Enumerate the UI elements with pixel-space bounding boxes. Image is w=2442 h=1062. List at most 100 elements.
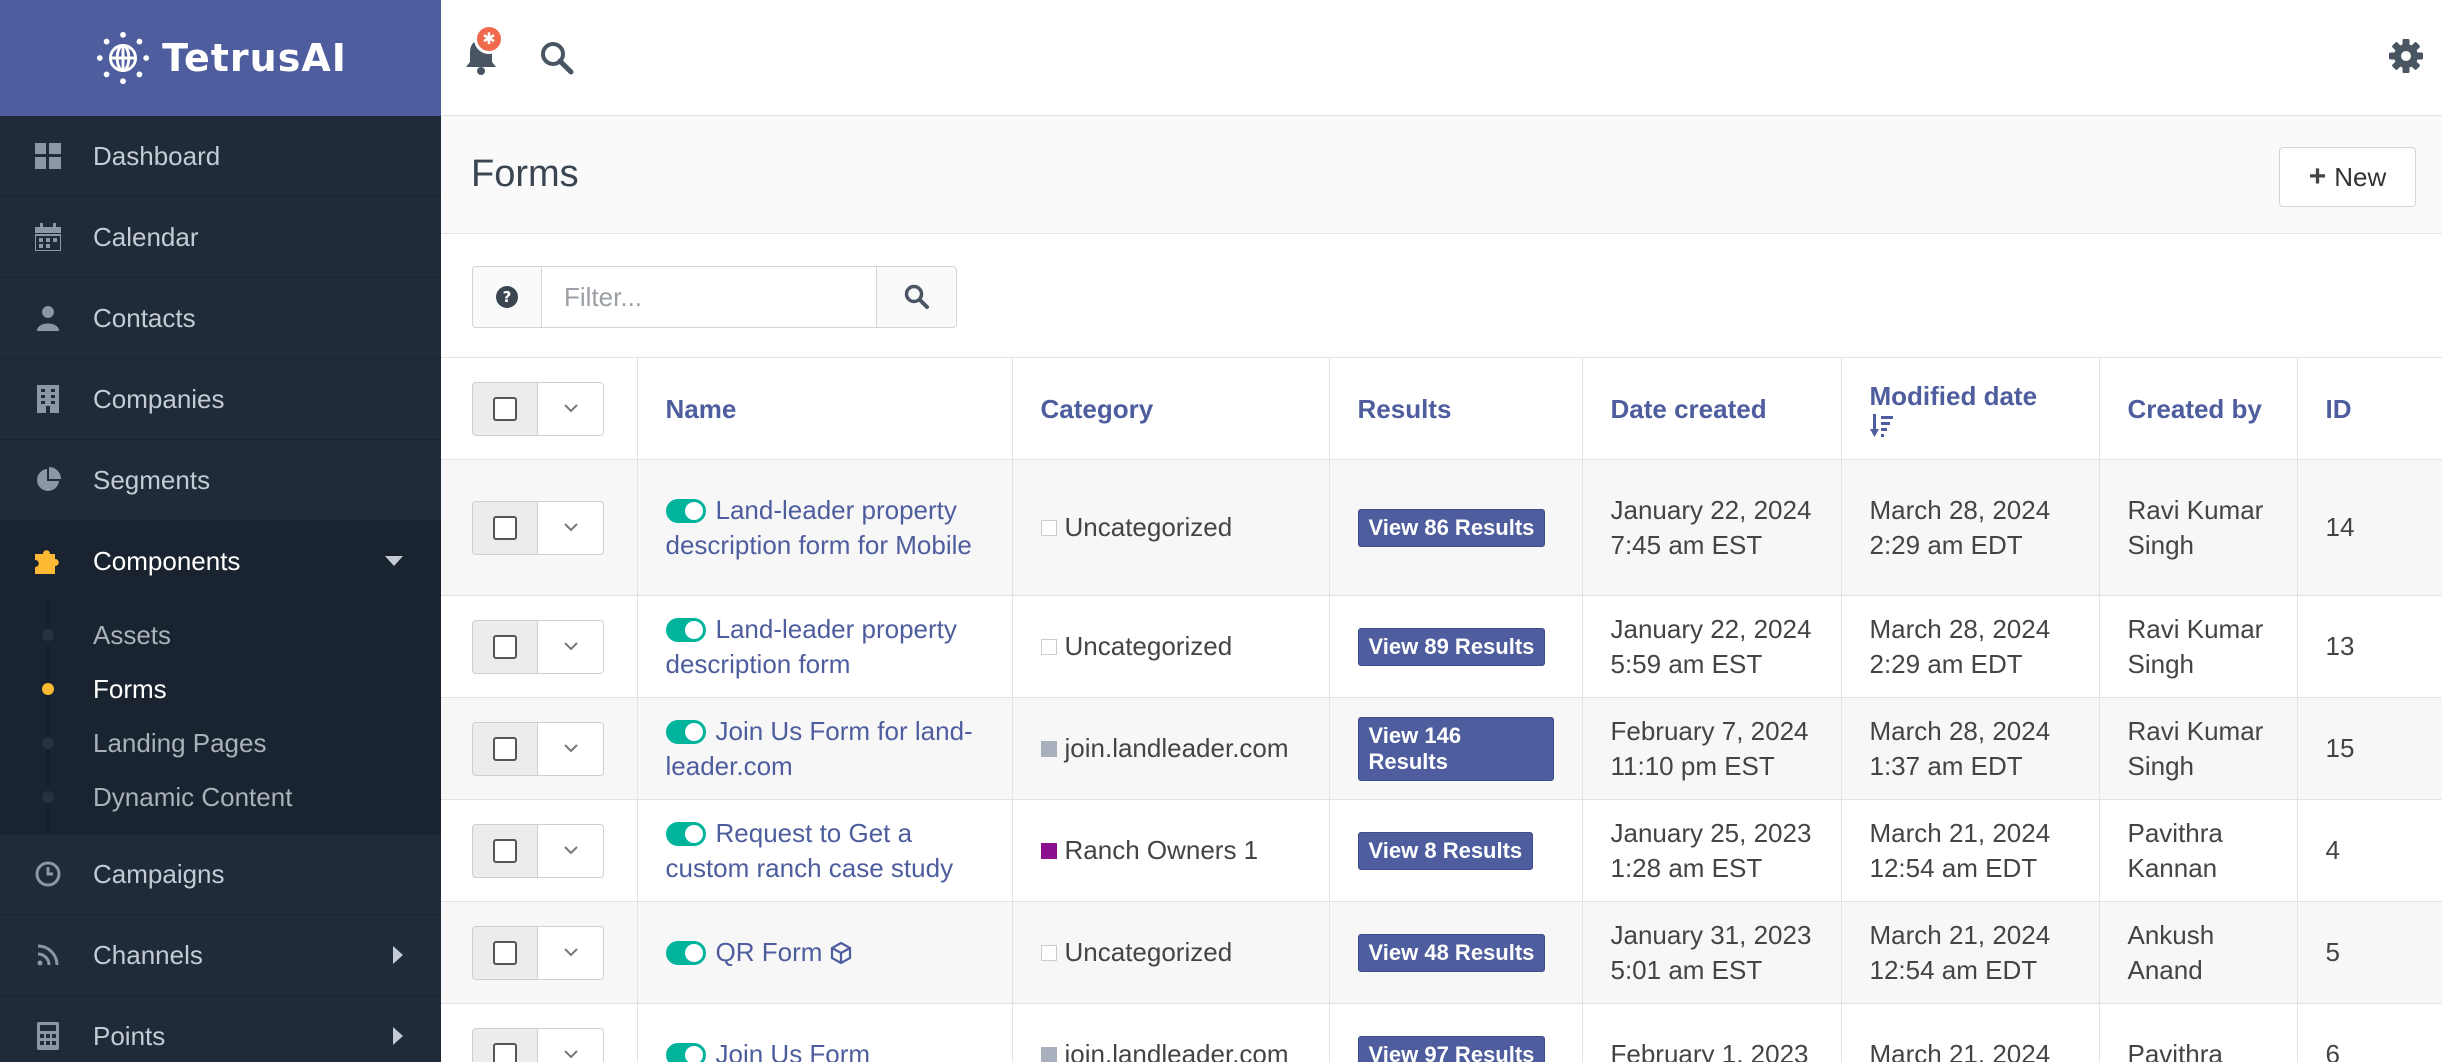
caret-down-icon (385, 556, 403, 566)
filter-input[interactable] (542, 266, 877, 328)
row-select-cell (441, 459, 638, 596)
view-results-button[interactable]: View 8 Results (1357, 831, 1534, 870)
row-actions-dropdown[interactable] (538, 823, 604, 878)
view-results-button[interactable]: View 146 Results (1357, 716, 1554, 781)
created-by-cell: Ankush Anand (2099, 901, 2298, 1004)
view-results-button[interactable]: View 48 Results (1357, 933, 1546, 972)
modified-date-time: 12:54 am EDT (1869, 852, 2038, 883)
published-toggle[interactable] (665, 498, 706, 523)
row-actions-dropdown[interactable] (538, 619, 604, 674)
modified-date-date: March 21, 2024 (1869, 817, 2051, 848)
category-color-swatch (1040, 843, 1057, 859)
form-name-link[interactable]: QR Form (716, 937, 823, 967)
category-label: Ranch Owners 1 (1064, 835, 1259, 865)
sidebar-item-calendar[interactable]: Calendar (0, 197, 441, 278)
row-checkbox[interactable] (472, 721, 538, 776)
row-checkbox[interactable] (472, 500, 538, 555)
column-header-date-created[interactable]: Date created (1582, 357, 1842, 460)
row-actions-dropdown[interactable] (538, 721, 604, 776)
svg-text:?: ? (503, 288, 512, 306)
rss-icon (34, 941, 62, 969)
row-checkbox[interactable] (472, 925, 538, 980)
view-results-button[interactable]: View 86 Results (1357, 508, 1546, 547)
category-label: join.landleader.com (1064, 1039, 1289, 1062)
brand-header[interactable]: TetrusAI (0, 0, 441, 116)
select-all-checkbox[interactable] (472, 381, 538, 436)
published-toggle[interactable] (665, 617, 706, 642)
modified-date-time: 2:29 am EDT (1869, 648, 2023, 679)
sidebar-item-companies[interactable]: Companies (0, 359, 441, 440)
sidebar-item-components[interactable]: Components (0, 521, 441, 602)
created-by-cell: Pavithra Kannan (2099, 799, 2298, 902)
category-label: join.landleader.com (1064, 733, 1289, 763)
date-created-date: February 1, 2023 (1610, 1039, 1809, 1062)
logo-icon (97, 31, 150, 85)
column-header-name[interactable]: Name (637, 357, 1013, 460)
column-header-modified-date[interactable]: Modified date (1841, 357, 2100, 460)
subnav-item-dynamic-content[interactable]: Dynamic Content (0, 770, 441, 824)
form-name-link[interactable]: Land-leader property description form fo… (666, 495, 972, 560)
table-row: Request to Get a custom ranch case study… (441, 799, 2442, 902)
subnav-item-landing-pages[interactable]: Landing Pages (0, 716, 441, 770)
modified-date-date: March 21, 2024 (1869, 919, 2051, 950)
filter-search-button[interactable] (877, 266, 957, 328)
category-label: Uncategorized (1064, 937, 1233, 967)
sidebar-item-dashboard[interactable]: Dashboard (0, 116, 441, 197)
row-select-cell (441, 595, 638, 698)
dashboard-icon (34, 142, 62, 170)
column-header-created-by[interactable]: Created by (2099, 357, 2298, 460)
sidebar-item-label: Companies (93, 383, 225, 414)
table-row: Join Us Form join.landleader.com View 97 R… (441, 1003, 2442, 1062)
published-toggle[interactable] (665, 1043, 706, 1062)
results-cell: View 146 Results (1329, 697, 1583, 800)
row-checkbox[interactable] (472, 1027, 538, 1062)
sidebar-item-segments[interactable]: Segments (0, 440, 441, 521)
published-toggle[interactable] (665, 719, 706, 744)
date-created-time: 1:28 am EST (1610, 852, 1763, 883)
row-actions-dropdown[interactable] (538, 500, 604, 555)
view-results-button[interactable]: View 97 Results (1357, 1035, 1546, 1062)
column-header-category[interactable]: Category (1012, 357, 1330, 460)
new-button[interactable]: + New (2279, 147, 2416, 207)
search-icon[interactable] (539, 40, 575, 76)
row-select-group (472, 925, 604, 980)
modified-date-cell: March 21, 2024 (1841, 1003, 2100, 1062)
date-created-cell: January 22, 2024 5:59 am EST (1582, 595, 1842, 698)
id-cell: 5 (2297, 901, 2442, 1004)
column-header-id[interactable]: ID (2297, 357, 2442, 460)
published-toggle[interactable] (665, 941, 706, 965)
form-name-link[interactable]: Request to Get a custom ranch case study (666, 818, 954, 883)
table-row: Join Us Form for land-leader.com join.lan… (441, 697, 2442, 800)
row-checkbox[interactable] (472, 619, 538, 674)
filter-help-button[interactable]: ? (472, 266, 542, 328)
column-header-results[interactable]: Results (1329, 357, 1583, 460)
form-name-link[interactable]: Join Us Form (716, 1039, 871, 1062)
category-color-swatch (1040, 520, 1057, 536)
subnav-item-forms[interactable]: Forms (0, 662, 441, 716)
table-row: Land-leader property description form fo… (441, 459, 2442, 596)
sidebar-item-label: Points (93, 1020, 166, 1051)
view-results-button[interactable]: View 89 Results (1357, 627, 1546, 666)
published-toggle[interactable] (665, 821, 706, 846)
form-name-link[interactable]: Join Us Form for land-leader.com (666, 716, 973, 781)
category-label: Uncategorized (1064, 631, 1233, 661)
sidebar-item-points[interactable]: Points (0, 996, 441, 1062)
sidebar-item-channels[interactable]: Channels (0, 915, 441, 996)
sidebar-item-campaigns[interactable]: Campaigns (0, 834, 441, 915)
row-actions-dropdown[interactable] (538, 1027, 604, 1062)
results-cell: View 8 Results (1329, 799, 1583, 902)
row-actions-dropdown[interactable] (538, 925, 604, 980)
modified-date-date: March 28, 2024 (1869, 715, 2051, 746)
form-name-link[interactable]: Land-leader property description form (666, 614, 957, 679)
sidebar-item-label: Channels (93, 939, 203, 970)
bulk-actions-dropdown[interactable] (538, 381, 604, 436)
subnav-item-assets[interactable]: Assets (0, 608, 441, 662)
sidebar-item-contacts[interactable]: Contacts (0, 278, 441, 359)
gear-icon[interactable] (2388, 38, 2424, 74)
puzzle-icon (34, 547, 62, 575)
row-checkbox[interactable] (472, 823, 538, 878)
name-cell: Join Us Form for land-leader.com (637, 697, 1013, 800)
row-select-cell (441, 697, 638, 800)
name-cell: Land-leader property description form (637, 595, 1013, 698)
chevron-down-icon (563, 404, 578, 413)
